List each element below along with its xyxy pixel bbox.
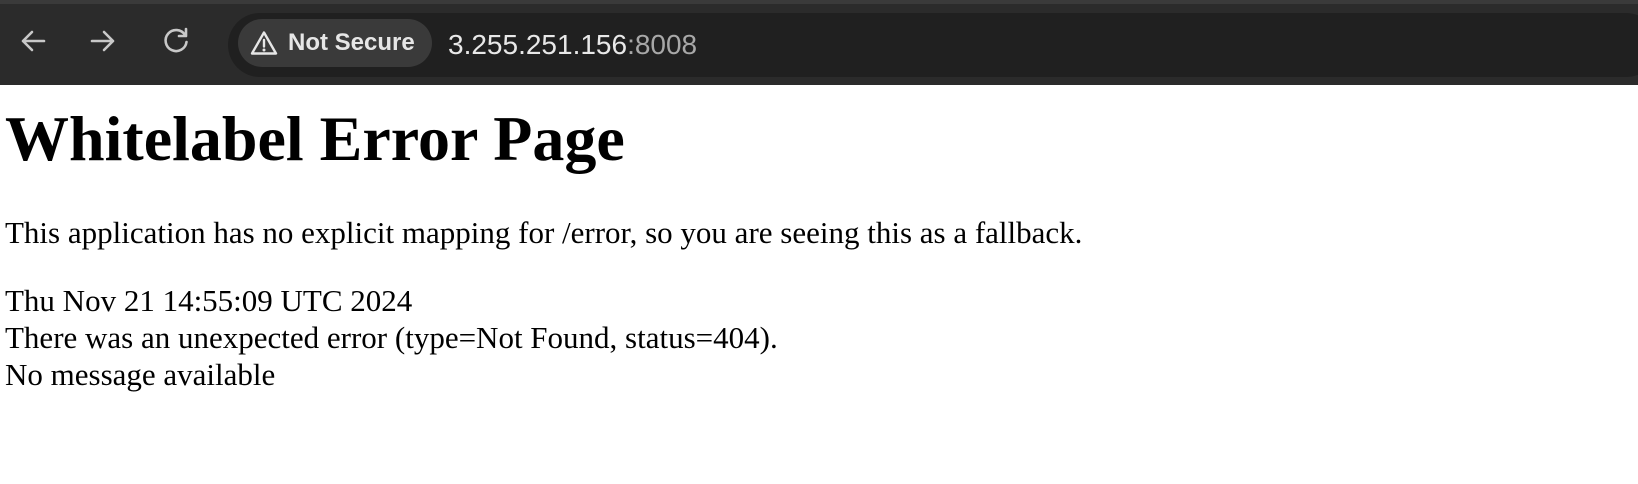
arrow-left-icon (21, 30, 46, 52)
url-port: :8008 (627, 29, 698, 60)
back-button[interactable] (16, 23, 50, 59)
error-message: No message available (5, 357, 276, 392)
security-indicator[interactable]: Not Secure (238, 19, 432, 67)
url-text[interactable]: 3.255.251.156:8008 (448, 13, 697, 77)
security-label: Not Secure (288, 29, 415, 56)
page-title: Whitelabel Error Page (5, 103, 625, 174)
page-content: Whitelabel Error Page This application h… (5, 85, 1625, 393)
address-bar[interactable]: Not Secure 3.255.251.156:8008 (228, 13, 1638, 77)
forward-button[interactable] (86, 23, 120, 59)
error-status-line: There was an unexpected error (type=Not … (5, 320, 778, 355)
error-explanation: This application has no explicit mapping… (5, 215, 1083, 250)
error-details: Thu Nov 21 14:55:09 UTC 2024 There was a… (5, 282, 1625, 393)
url-host: 3.255.251.156 (448, 29, 628, 60)
arrow-right-icon (90, 30, 115, 52)
reload-icon (164, 27, 188, 53)
reload-button[interactable] (159, 23, 193, 59)
browser-toolbar: Not Secure 3.255.251.156:8008 (0, 0, 1638, 85)
warning-triangle-icon (250, 31, 278, 55)
error-timestamp: Thu Nov 21 14:55:09 UTC 2024 (5, 283, 413, 318)
